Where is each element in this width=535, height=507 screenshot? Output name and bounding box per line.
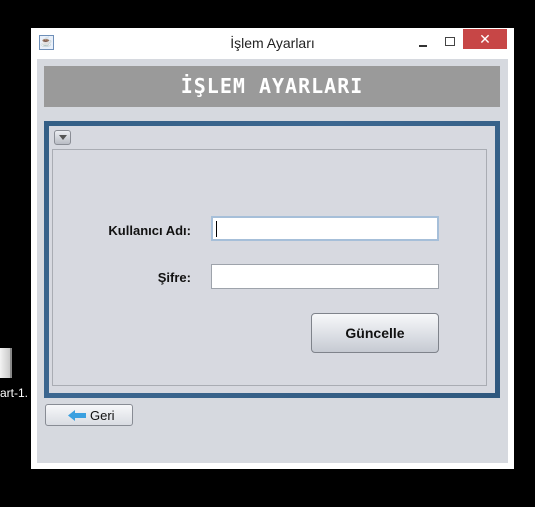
form-panel: Kullanıcı Adı: Şifre: Güncelle	[52, 149, 487, 386]
update-button[interactable]: Güncelle	[311, 313, 439, 353]
password-field[interactable]	[211, 264, 439, 289]
settings-window: ☕ İşlem Ayarları ✕ İŞLEM AYARLARI Kullan…	[31, 28, 514, 469]
back-button-label: Geri	[90, 408, 115, 423]
desktop-file-label: art-1.	[0, 386, 29, 400]
chevron-down-icon[interactable]	[54, 130, 71, 145]
text-caret	[216, 221, 217, 237]
arrow-left-icon	[68, 410, 86, 421]
password-label: Şifre:	[157, 270, 191, 285]
back-button[interactable]: Geri	[45, 404, 133, 426]
window-content: İŞLEM AYARLARI Kullanıcı Adı: Şifre: Gün…	[37, 59, 508, 463]
form-frame-inner: Kullanıcı Adı: Şifre: Güncelle	[49, 126, 495, 393]
username-field[interactable]	[211, 216, 439, 241]
minimize-button[interactable]	[411, 34, 435, 52]
close-button[interactable]: ✕	[463, 29, 507, 49]
page-header: İŞLEM AYARLARI	[44, 66, 500, 107]
title-bar[interactable]: ☕ İşlem Ayarları ✕	[31, 28, 514, 59]
maximize-button[interactable]	[437, 34, 461, 52]
desktop-file-icon[interactable]	[0, 348, 14, 380]
username-label: Kullanıcı Adı:	[108, 223, 191, 238]
form-frame: Kullanıcı Adı: Şifre: Güncelle	[44, 121, 500, 398]
